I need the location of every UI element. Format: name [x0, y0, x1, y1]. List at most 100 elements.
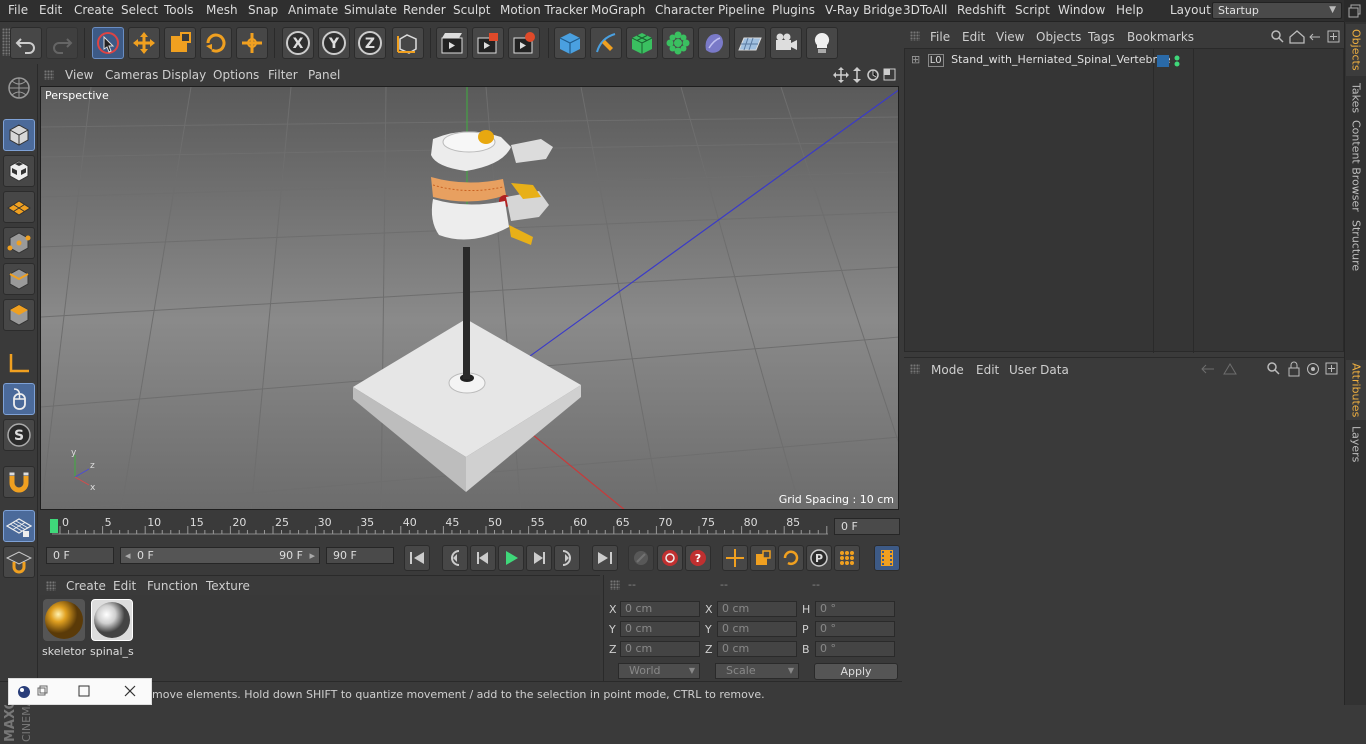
- zoom-icon[interactable]: [853, 67, 861, 83]
- material-menu-function[interactable]: Function: [147, 579, 198, 593]
- floor-button[interactable]: [734, 27, 766, 59]
- tab-takes[interactable]: Takes: [1346, 80, 1366, 116]
- maximize-icon[interactable]: [78, 685, 90, 697]
- size-mode-select[interactable]: Scale ▼: [715, 663, 799, 679]
- viewport-menu-display[interactable]: Display: [162, 68, 206, 82]
- rotation-p-field[interactable]: 0 °: [815, 621, 895, 637]
- coordinate-system-button[interactable]: [392, 27, 424, 59]
- orbit-icon[interactable]: [867, 69, 879, 81]
- objects-menu-tags[interactable]: Tags: [1088, 30, 1115, 44]
- viewport-menu-filter[interactable]: Filter: [268, 68, 298, 82]
- tab-attributes[interactable]: Attributes: [1346, 360, 1366, 420]
- render-visibility-dot[interactable]: [1174, 61, 1180, 67]
- menu-script[interactable]: Script: [1015, 3, 1050, 17]
- workplane-mode-button[interactable]: [3, 191, 35, 223]
- menu-help[interactable]: Help: [1116, 3, 1143, 17]
- points-mode-button[interactable]: [3, 227, 35, 259]
- camera-button[interactable]: [770, 27, 802, 59]
- position-x-field[interactable]: 0 cm: [620, 601, 700, 617]
- record-active-objects-button[interactable]: [628, 545, 654, 571]
- polygons-mode-button[interactable]: [3, 299, 35, 331]
- subdivision-surface-button[interactable]: [626, 27, 658, 59]
- cloner-button[interactable]: [662, 27, 694, 59]
- frame-range-slider[interactable]: ◂ 0 F 90 F ▸: [120, 547, 320, 564]
- next-key-button[interactable]: [554, 545, 580, 571]
- timeline[interactable]: 051015202530354045505560657075808590 0 F: [40, 512, 900, 544]
- redo-button[interactable]: [46, 27, 78, 59]
- menu-render[interactable]: Render: [403, 3, 446, 17]
- menu-simulate[interactable]: Simulate: [344, 3, 397, 17]
- new-window-icon[interactable]: [1327, 30, 1340, 43]
- rotation-h-field[interactable]: 0 °: [815, 601, 895, 617]
- search-icon[interactable]: [1267, 362, 1280, 375]
- position-y-field[interactable]: 0 cm: [620, 621, 700, 637]
- menu-snap[interactable]: Snap: [248, 3, 278, 17]
- render-picture-viewer-button[interactable]: [472, 27, 504, 59]
- expand-icon[interactable]: ⊞: [911, 53, 920, 66]
- attributes-menu-user-data[interactable]: User Data: [1009, 363, 1069, 377]
- objects-menu-file[interactable]: File: [930, 30, 950, 44]
- menu-redshift[interactable]: Redshift: [957, 3, 1006, 17]
- menu-motion-tracker[interactable]: Motion Tracker: [500, 3, 588, 17]
- viewport-menu-view[interactable]: View: [65, 68, 93, 82]
- size-x-field[interactable]: 0 cm: [717, 601, 797, 617]
- menu-pipeline[interactable]: Pipeline: [718, 3, 765, 17]
- tweak-mode-button[interactable]: [3, 383, 35, 415]
- tab-objects[interactable]: Objects: [1346, 24, 1366, 76]
- material-skeletor[interactable]: skeletor: [42, 599, 86, 658]
- search-icon[interactable]: [1271, 30, 1284, 43]
- menu-edit[interactable]: Edit: [39, 3, 62, 17]
- home-icon[interactable]: [1289, 30, 1305, 44]
- size-y-field[interactable]: 0 cm: [717, 621, 797, 637]
- menu-create[interactable]: Create: [74, 3, 114, 17]
- make-editable-button[interactable]: [3, 72, 35, 104]
- material-menu-edit[interactable]: Edit: [113, 579, 136, 593]
- menu-mograph[interactable]: MoGraph: [591, 3, 646, 17]
- z-axis-lock-button[interactable]: Z: [354, 27, 386, 59]
- pen-tool-button[interactable]: [590, 27, 622, 59]
- viewport-menu-panel[interactable]: Panel: [308, 68, 340, 82]
- objects-menu-objects[interactable]: Objects: [1036, 30, 1081, 44]
- play-forward-button[interactable]: [498, 545, 524, 571]
- timeline-playhead[interactable]: [50, 519, 58, 533]
- grid-snap-button[interactable]: [3, 510, 35, 542]
- menu-file[interactable]: File: [8, 3, 28, 17]
- texture-mode-button[interactable]: [3, 155, 35, 187]
- menu-sculpt[interactable]: Sculpt: [453, 3, 490, 17]
- menu-animate[interactable]: Animate: [288, 3, 338, 17]
- tab-content-browser[interactable]: Content Browser: [1346, 120, 1366, 212]
- menu-3dtoall[interactable]: 3DToAll: [903, 3, 947, 17]
- back-icon[interactable]: [1309, 33, 1320, 41]
- object-row[interactable]: ⊞ L0 Stand_with_Herniated_Spinal_Vertebr…: [911, 53, 1171, 67]
- minimized-window[interactable]: [8, 678, 152, 705]
- menu-character[interactable]: Character: [655, 3, 714, 17]
- new-window-icon[interactable]: [1325, 362, 1338, 375]
- render-settings-button[interactable]: [508, 27, 540, 59]
- viewport-menu-options[interactable]: Options: [213, 68, 259, 82]
- attributes-menu-mode[interactable]: Mode: [931, 363, 964, 377]
- tab-structure[interactable]: Structure: [1346, 216, 1366, 276]
- edges-mode-button[interactable]: [3, 263, 35, 295]
- lock-icon[interactable]: [1288, 361, 1300, 377]
- key-scale-button[interactable]: [750, 545, 776, 571]
- target-icon[interactable]: [1307, 363, 1319, 375]
- go-to-end-button[interactable]: [592, 545, 618, 571]
- previous-key-button[interactable]: [442, 545, 468, 571]
- pan-icon[interactable]: [833, 67, 849, 83]
- back-arrow-icon[interactable]: [1201, 364, 1214, 374]
- model-mode-button[interactable]: [3, 119, 35, 151]
- light-button[interactable]: [806, 27, 838, 59]
- object-name[interactable]: Stand_with_Herniated_Spinal_Vertebrae: [951, 53, 1170, 66]
- menu-select[interactable]: Select: [121, 3, 158, 17]
- timeline-ruler[interactable]: 051015202530354045505560657075808590: [50, 516, 828, 540]
- viewport-menu-cameras[interactable]: Cameras: [105, 68, 158, 82]
- autokeying-button[interactable]: [657, 545, 683, 571]
- add-cube-button[interactable]: [554, 27, 586, 59]
- end-frame-field[interactable]: 90 F: [326, 547, 394, 564]
- up-arrow-icon[interactable]: [1223, 363, 1237, 375]
- live-select-button[interactable]: [92, 27, 124, 59]
- scale-button[interactable]: [164, 27, 196, 59]
- menu-plugins[interactable]: Plugins: [772, 3, 815, 17]
- menu-tools[interactable]: Tools: [164, 3, 194, 17]
- snap-settings-button[interactable]: [3, 546, 35, 578]
